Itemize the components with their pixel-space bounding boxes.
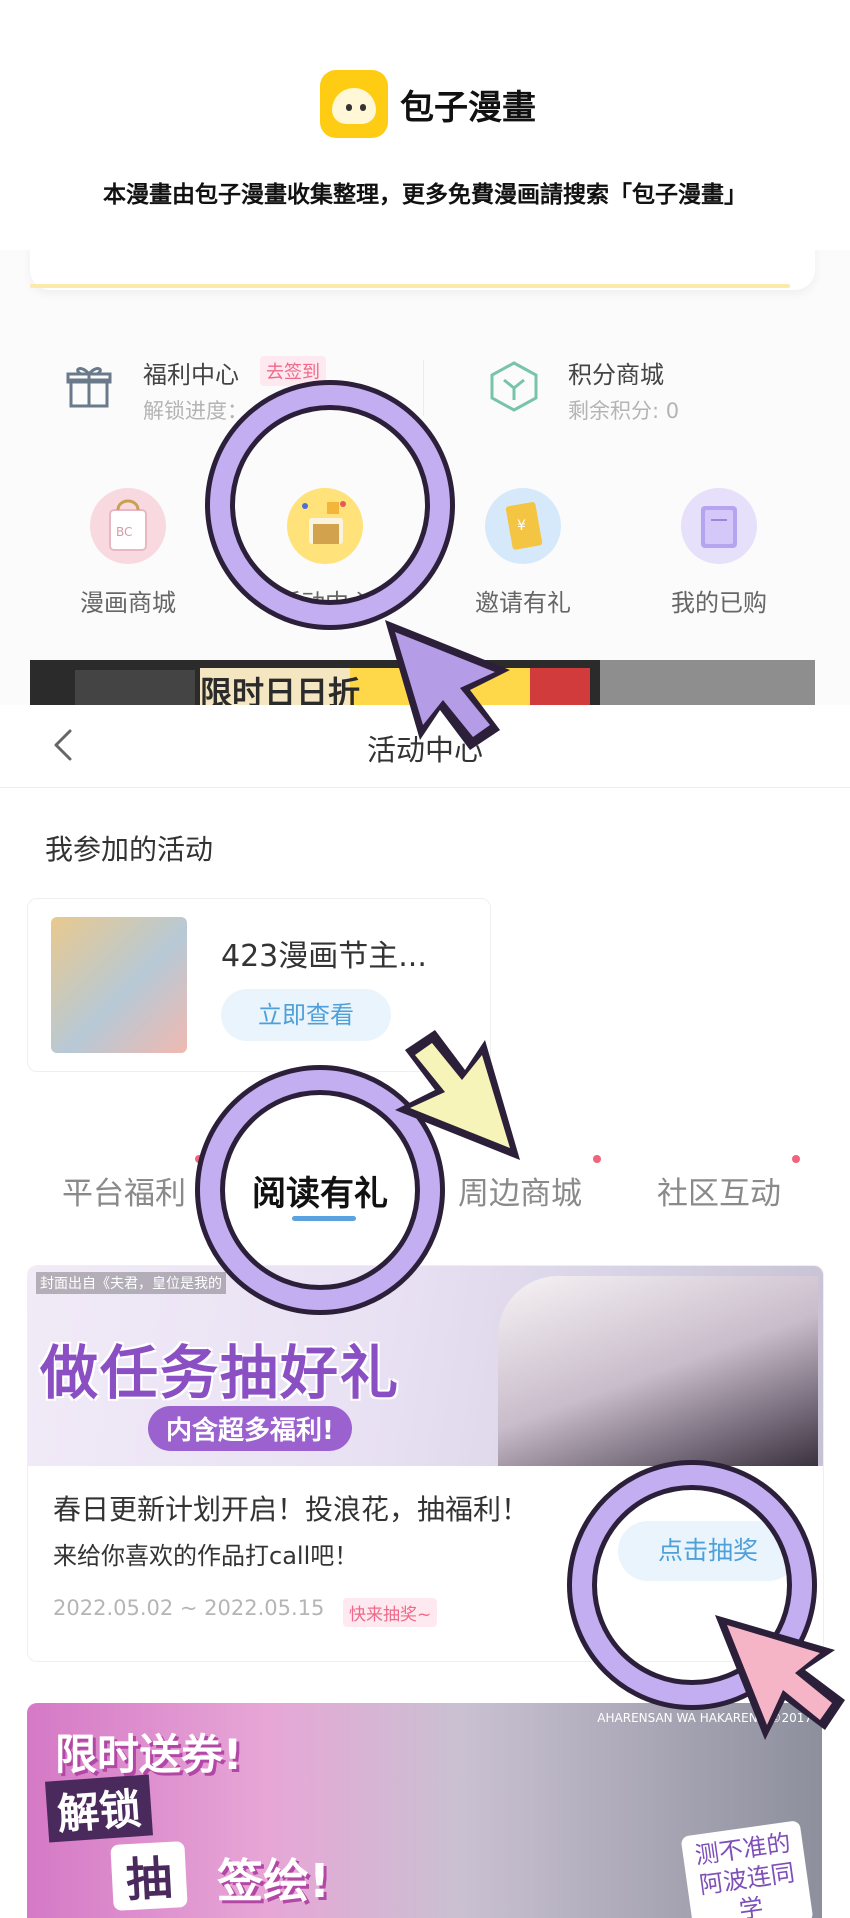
tab-community[interactable]: 社区互动 [657,1168,781,1213]
promo-banner[interactable]: 限时日日折 [30,660,815,705]
lottery-button[interactable]: 点击抽奖 [618,1521,798,1581]
tab-platform-welfare[interactable]: 平台福利 [62,1168,186,1213]
welfare-center-link[interactable]: 福利中心 [143,355,239,390]
invite-label[interactable]: 邀请有礼 [448,583,598,618]
event-dates: 2022.05.02 ~ 2022.05.15 [53,1596,325,1620]
coupon-unlock-text: 解锁 [44,1774,154,1843]
invite-card-icon[interactable]: ¥ [485,488,561,564]
progress-strip [30,284,790,288]
tab-merch-mall[interactable]: 周边商城 [458,1168,582,1213]
nav-bar: 活动中心 [0,705,850,788]
event-banner-image[interactable]: 封面出自《夫君，皇位是我的 做任务抽好礼 内含超多福利! [28,1266,823,1466]
tab-dot-badge [593,1155,601,1163]
joined-activity-name: 423漫画节主... [221,939,427,974]
party-popper-icon[interactable] [287,488,363,564]
event-description: 来给你喜欢的作品打call吧！ [53,1542,359,1570]
event-tag: 快来抽奖~ [343,1598,438,1627]
purchased-books-icon[interactable] [681,488,757,564]
shopping-bag-icon[interactable]: BC [90,488,166,564]
purchased-label[interactable]: 我的已购 [644,583,794,618]
joined-section-title: 我参加的活动 [45,833,214,866]
checkin-badge[interactable]: 去签到 [260,356,326,386]
page-title: 活动中心 [366,733,483,767]
profile-panel: 福利中心 去签到 解锁进度： 0 积分商城 剩余积分: 0 BC ¥ 漫画商城 … [0,250,850,705]
promo-banner-text: 限时日日折 [200,674,361,705]
activity-center-label[interactable]: 活动中心 [250,583,400,618]
event-card[interactable]: 封面出自《夫君，皇位是我的 做任务抽好礼 内含超多福利! 春日更新计划开启！投浪… [27,1265,824,1662]
cube-icon[interactable] [488,360,540,412]
unlock-progress: 解锁进度： 0 [143,399,269,423]
watermark-text: 本漫畫由包子漫畫收集整理，更多免費漫画請搜索「包子漫畫」 [103,182,747,208]
event-artwork [498,1276,818,1466]
watermark-header: 包子漫畫 本漫畫由包子漫畫收集整理，更多免費漫画請搜索「包子漫畫」 [0,0,850,250]
gift-icon[interactable] [65,362,113,410]
copyright-caption: AHARENSAN WA HAKARENAI©2017 [597,1711,812,1725]
tab-dot-badge [195,1155,203,1163]
tab-reading-rewards[interactable]: 阅读有礼 [252,1166,388,1215]
activity-cover-image [51,917,187,1053]
divider [423,360,424,416]
coupon-draw-text: 抽 [110,1841,188,1911]
event-title: 春日更新计划开启！投浪花，抽福利！ [53,1493,530,1526]
app-name: 包子漫畫 [400,88,536,128]
event-banner-subtitle: 内含超多福利! [148,1406,352,1451]
active-tab-underline [292,1216,356,1221]
view-now-button[interactable]: 立即查看 [221,989,391,1041]
coupon-signed-art-text: 签绘! [217,1854,330,1908]
svg-text:¥: ¥ [517,518,526,534]
comic-mall-label[interactable]: 漫画商城 [53,583,203,618]
cover-caption: 封面出自《夫君，皇位是我的 [36,1272,226,1294]
series-title-stamp: 测不准的阿波连同学 [680,1820,814,1918]
coupon-promo-banner[interactable]: AHARENSAN WA HAKARENAI©2017 限时送券! 解锁 抽 签… [27,1703,822,1918]
remaining-points: 剩余积分: 0 [568,399,680,423]
coupon-headline: 限时送券! [55,1730,243,1779]
joined-activity-card[interactable]: 423漫画节主... 立即查看 [27,898,491,1072]
points-mall-link[interactable]: 积分商城 [568,355,664,390]
tab-dot-badge [792,1155,800,1163]
event-banner-title: 做任务抽好礼 [40,1339,401,1407]
app-logo-icon [320,70,388,138]
svg-text:BC: BC [116,525,132,539]
